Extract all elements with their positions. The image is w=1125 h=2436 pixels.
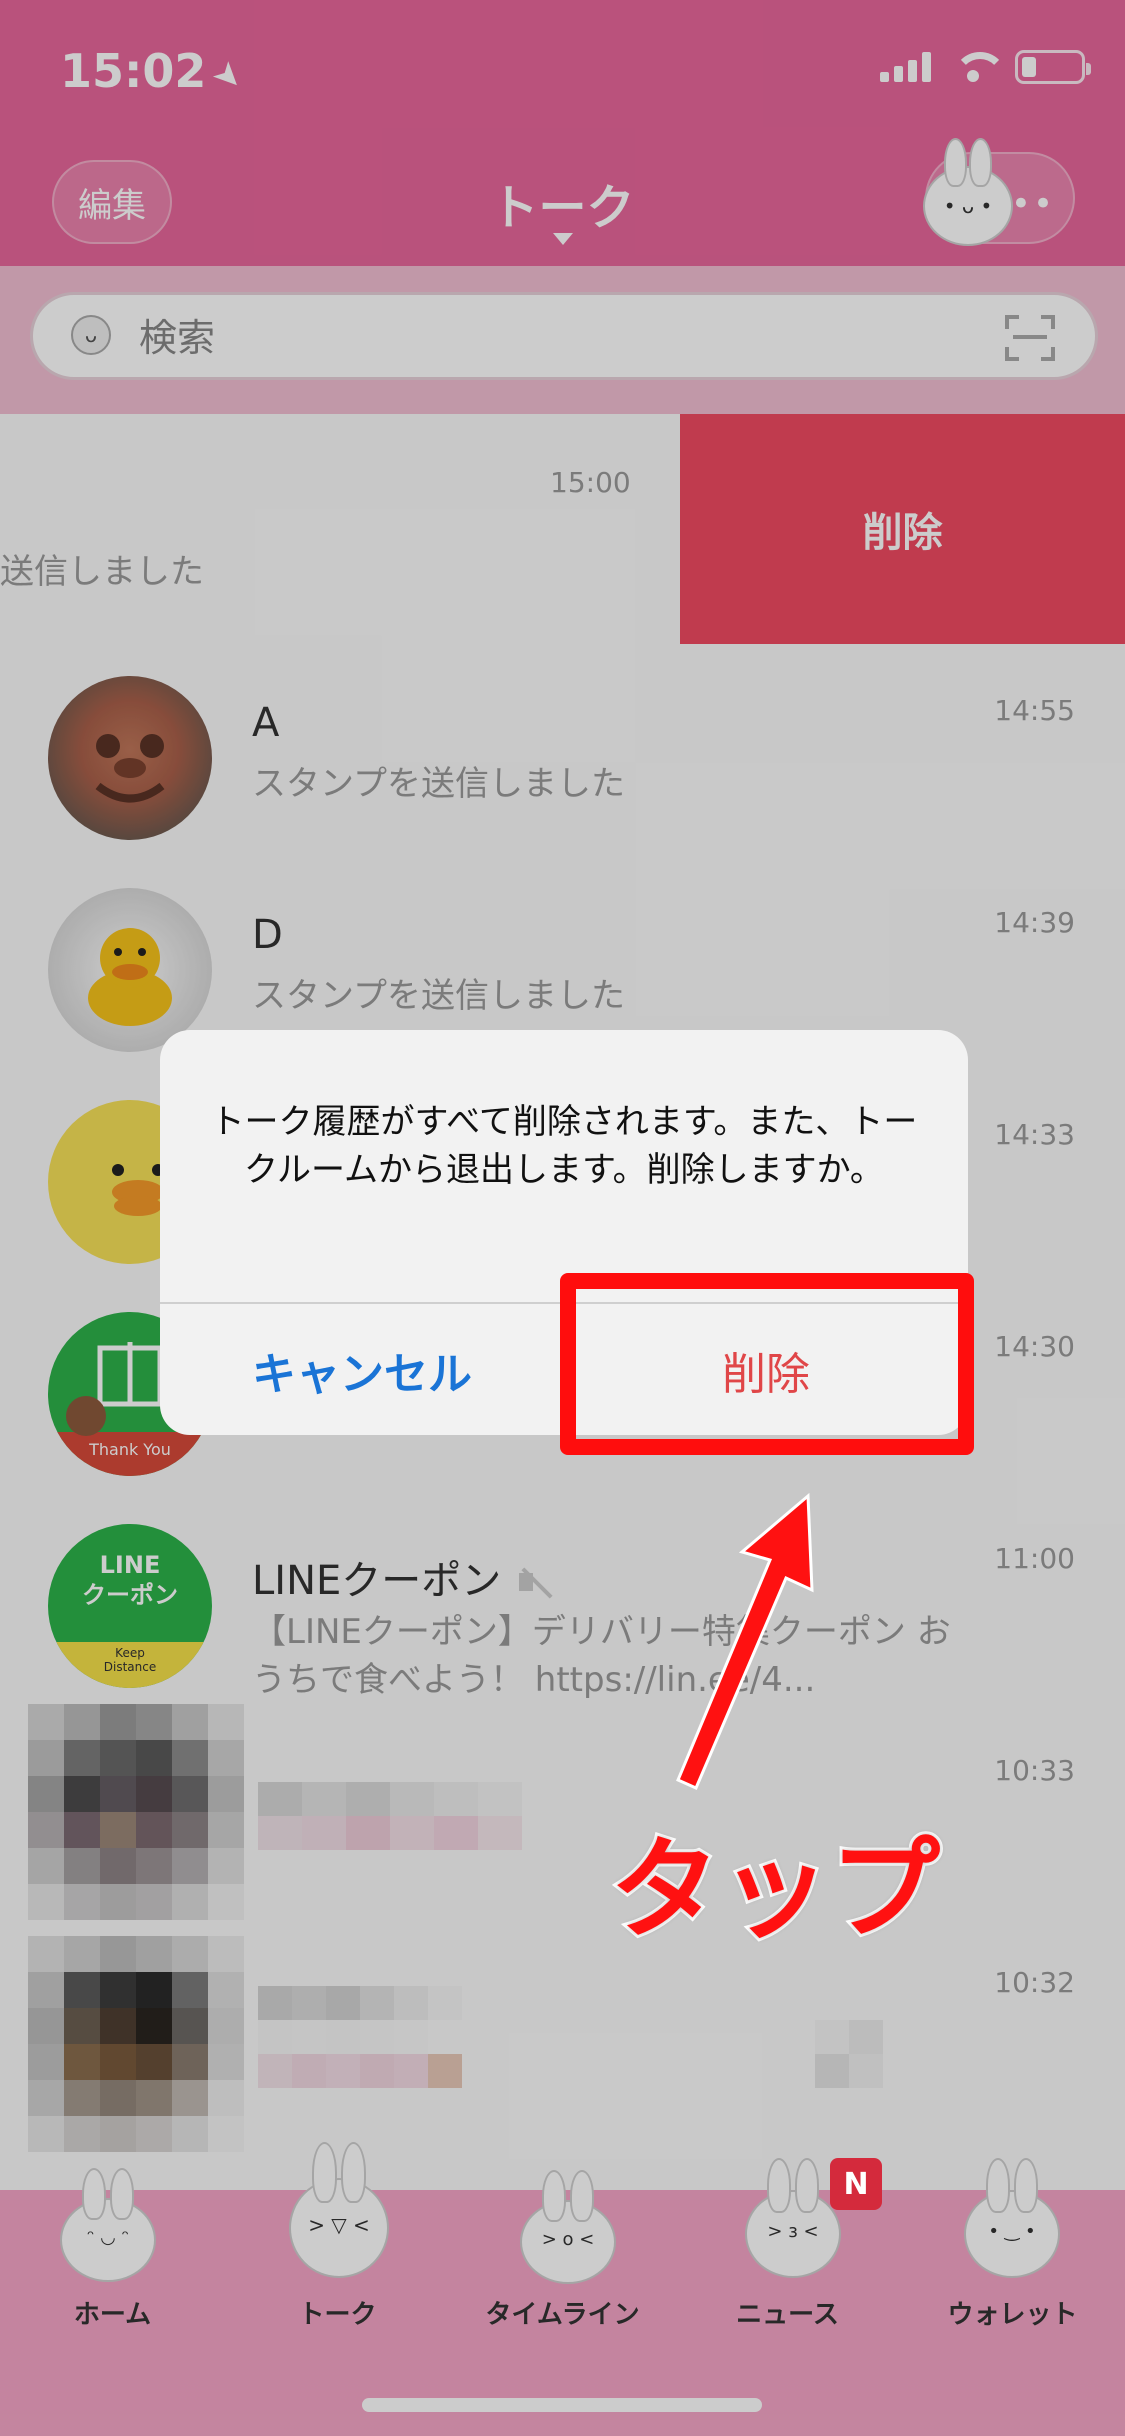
tap-annotation-label: タップ xyxy=(607,1823,943,1957)
tap-highlight-box xyxy=(560,1273,974,1455)
cancel-button[interactable]: キャンセル xyxy=(160,1304,564,1435)
dialog-message: トーク履歴がすべて削除されます。また、トークルームから退出します。削除しますか。 xyxy=(210,1102,918,1190)
news-badge: N xyxy=(830,2158,882,2210)
